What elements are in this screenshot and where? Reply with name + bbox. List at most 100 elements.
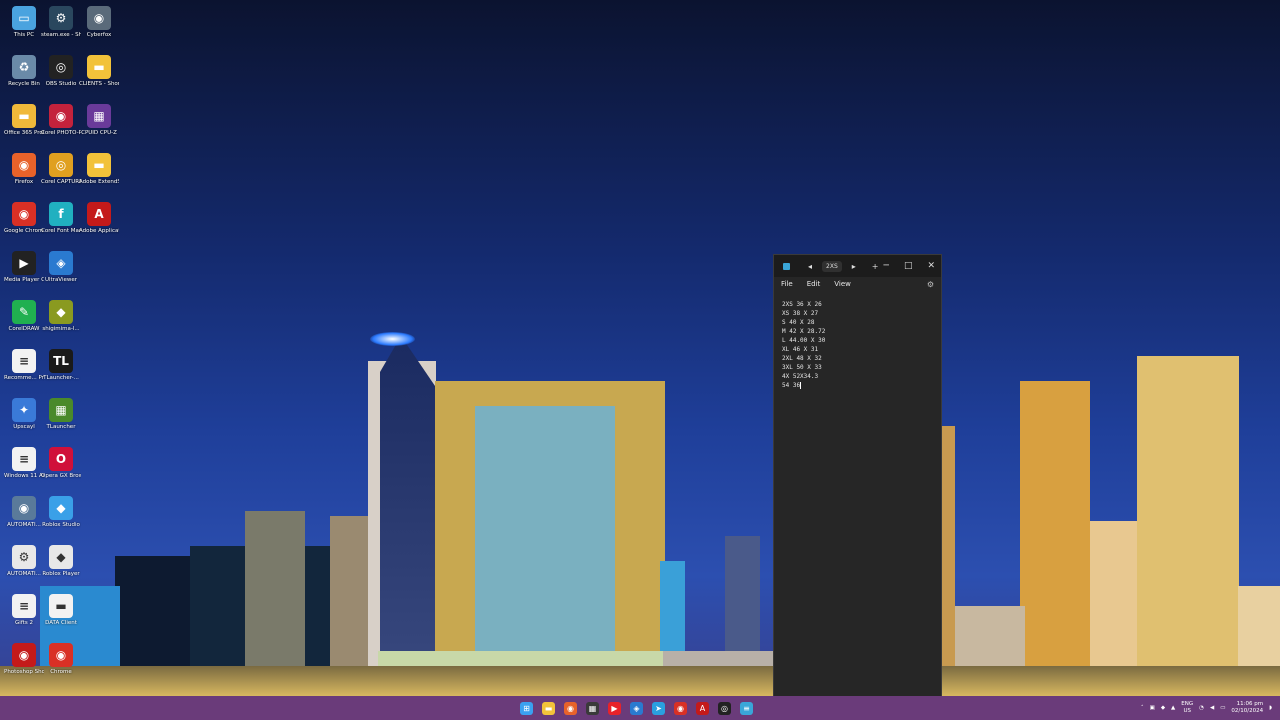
desktop-icon-image: f [49, 202, 73, 226]
desktop-icon[interactable]: ▬ DATA Client [43, 594, 79, 627]
taskbar-app-icon[interactable]: ▦ [586, 701, 599, 715]
desktop-icon-label: OBS Studio [45, 81, 77, 87]
desktop-icon[interactable]: ⚙ AUTOMATI... [6, 545, 42, 578]
desktop-icon[interactable]: O Opera GX Browser [41, 447, 81, 480]
desktop-icon-image: ◉ [49, 104, 73, 128]
taskbar-chrome-icon[interactable]: ◉ [674, 701, 687, 715]
wallpaper-building [1137, 356, 1239, 696]
minimize-icon[interactable]: ─ [884, 261, 889, 271]
tab-active[interactable]: 2XS [822, 260, 842, 272]
language-indicator[interactable]: ENG US [1181, 701, 1193, 715]
desktop-icon[interactable]: ♻ Recycle Bin [6, 55, 42, 88]
desktop-icon[interactable]: ✎ CorelDRAW [6, 300, 42, 333]
desktop-icon-image: ◉ [87, 6, 111, 30]
wifi-icon[interactable]: ◔ [1199, 705, 1204, 711]
wallpaper-building [940, 426, 955, 696]
desktop-icon-label: Adobe Applicati... [79, 228, 119, 234]
tab-scroll-left-icon[interactable]: ◂ [808, 262, 812, 271]
desktop-icon[interactable]: ◆ Roblox Player [42, 545, 80, 578]
desktop-icon[interactable]: ≡ Recomme... Programs.txt [4, 349, 44, 382]
text-line: S 40 X 28 [782, 319, 815, 326]
desktop-icon[interactable]: ▬ CLIENTS - Shortcut [79, 55, 119, 88]
desktop-icon[interactable]: ▶ Media Player Classic [4, 251, 44, 284]
taskbar-firefox-icon[interactable]: ◉ [564, 701, 577, 715]
settings-gear-icon[interactable]: ⚙ [927, 280, 934, 289]
desktop-icon-label: Firefox [14, 179, 34, 185]
menu-edit[interactable]: Edit [807, 280, 821, 288]
desktop-icon-label: Corel CAPTURE [41, 179, 81, 185]
desktop-icon[interactable]: ◆ shigimima-l... [42, 300, 80, 333]
tray-overflow-icon[interactable]: ˄ [1141, 705, 1144, 711]
taskbar-app-red-icon[interactable]: ▶ [608, 701, 621, 715]
desktop-icon[interactable]: ◉ Cyberfox [81, 6, 117, 39]
desktop-icon-image: ≡ [12, 447, 36, 471]
taskbar-adobe-icon[interactable]: A [696, 701, 709, 715]
desktop-icon[interactable]: ◉ Corel PHOTO-PAI... [41, 104, 81, 137]
taskbar-notepad-icon[interactable]: ≡ [740, 701, 753, 715]
new-tab-icon[interactable]: + [872, 262, 879, 271]
desktop-icon[interactable]: ≡ Gifts 2 [6, 594, 42, 627]
text-line: 54 36 [782, 382, 802, 389]
desktop-icon[interactable]: A Adobe Applicati... [79, 202, 119, 235]
text-line: 3XL 50 X 33 [782, 364, 822, 371]
desktop-icon[interactable]: ▦ CPUID CPU-Z [81, 104, 117, 137]
desktop-icon[interactable]: ◈ UltraViewer [43, 251, 79, 284]
desktop-icon-image: ◉ [12, 202, 36, 226]
desktop-icon[interactable]: ≡ Windows 11 Activation.txt [4, 447, 44, 480]
desktop-icon-label: Roblox Studio [42, 522, 80, 528]
taskbar-file-explorer-icon[interactable]: ▬ [542, 701, 555, 715]
taskbar-app-blue-icon[interactable]: ◈ [630, 701, 643, 715]
tab-scroll-right-icon[interactable]: ▸ [852, 262, 856, 271]
notepad-titlebar[interactable]: ◂ 2XS ▸ + ─ □ ✕ [774, 255, 941, 277]
menu-file[interactable]: File [781, 280, 793, 288]
menu-view[interactable]: View [834, 280, 851, 288]
desktop-icon[interactable]: ▭ This PC [6, 6, 42, 39]
desktop-icon[interactable]: ▬ Office 365 ProPlus... [4, 104, 44, 137]
taskbar-obs-icon[interactable]: ◎ [718, 701, 731, 715]
desktop-icon-label: Opera GX Browser [41, 473, 81, 479]
taskbar-telegram-icon[interactable]: ➤ [652, 701, 665, 715]
text-line: 2XL 48 X 32 [782, 355, 822, 362]
desktop-icon-image: ♻ [12, 55, 36, 79]
desktop-icon-image: ◉ [12, 643, 36, 667]
notepad-text-area[interactable]: 2XS 36 X 26 XS 38 X 27 S 40 X 28 M 42 X 28.… [774, 291, 941, 399]
desktop-icon[interactable]: ⚙ steam.exe - Shortcut (2) [41, 6, 81, 39]
desktop-icon[interactable]: ▦ TLauncher [43, 398, 79, 431]
volume-icon[interactable]: ◀ [1210, 705, 1214, 711]
lang-top: ENG [1181, 701, 1194, 707]
maximize-icon[interactable]: □ [904, 261, 913, 271]
desktop-icon-image: ◉ [12, 496, 36, 520]
desktop-icon[interactable]: ◉ Firefox [6, 153, 42, 186]
desktop-icon[interactable]: ◎ Corel CAPTURE [41, 153, 81, 186]
desktop-icon[interactable]: f Corel Font Manager [41, 202, 81, 235]
taskbar-start-icon[interactable]: ⊞ [520, 701, 533, 715]
desktop-icon[interactable]: ✦ Upscayl [6, 398, 42, 431]
battery-icon[interactable]: ▭ [1220, 705, 1225, 711]
desktop-icon-label: CLIENTS - Shortcut [79, 81, 119, 87]
tray-app-icon[interactable]: ▲ [1171, 705, 1175, 711]
notepad-window[interactable]: ◂ 2XS ▸ + ─ □ ✕ File Edit View ⚙ 2XS 36 … [773, 254, 942, 698]
desktop-icon-image: ⚙ [49, 6, 73, 30]
tray-app-icon[interactable]: ◆ [1161, 705, 1165, 711]
desktop-icon[interactable]: ◉ Chrome [43, 643, 79, 676]
desktop-icon-image: TL [49, 349, 73, 373]
desktop-icon[interactable]: ◉ AUTOMATI... [6, 496, 42, 529]
close-icon[interactable]: ✕ [927, 261, 935, 271]
text-line: L 44.00 X 30 [782, 337, 826, 344]
desktop-icon[interactable]: ◉ Photoshop Shortcut [4, 643, 44, 676]
tray-app-icon[interactable]: ▣ [1150, 705, 1155, 711]
desktop-icon-label: CorelDRAW [8, 326, 40, 332]
desktop-icon[interactable]: ◎ OBS Studio [43, 55, 79, 88]
text-line: XL 46 X 31 [782, 346, 819, 353]
desktop-icon[interactable]: ◉ Google Chrome [4, 202, 44, 235]
desktop-icon-label: AUTOMATI... [7, 571, 41, 577]
desktop-icon-image: ▭ [12, 6, 36, 30]
desktop-icon[interactable]: TL TLauncher-... [43, 349, 79, 382]
desktop-icon[interactable]: ▬ Adobe ExtendScri... [79, 153, 119, 186]
desktop-icon-image: ◆ [49, 300, 73, 324]
desktop-icon[interactable]: ◆ Roblox Studio [42, 496, 80, 529]
desktop-icon-image: ▶ [12, 251, 36, 275]
clock-time: 11:06 pm [1236, 701, 1264, 707]
notification-bell-icon[interactable]: ◗ [1269, 705, 1272, 711]
clock[interactable]: 11:06 pm 02/10/2024 [1231, 701, 1263, 715]
